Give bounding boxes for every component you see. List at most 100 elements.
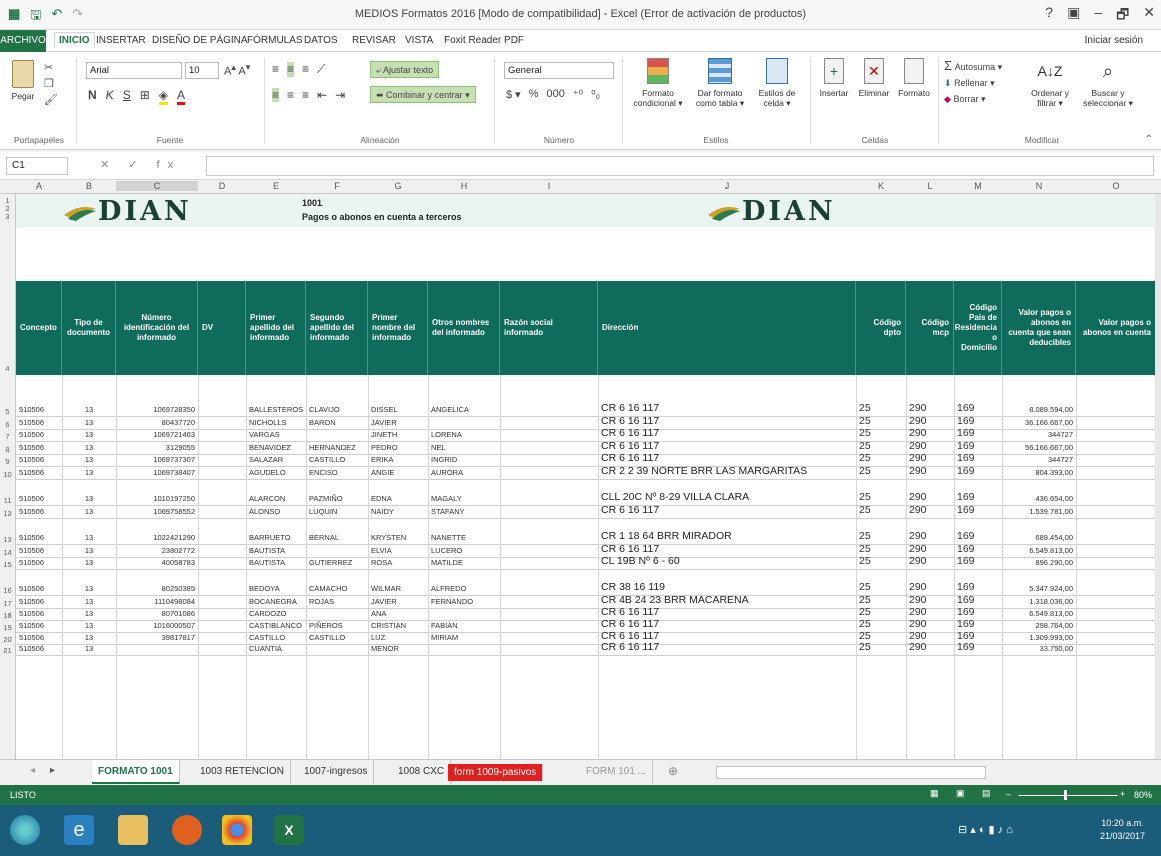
table-cell[interactable]: ANGELICA <box>431 405 497 414</box>
table-cell[interactable]: AGUDELO <box>249 468 303 477</box>
column-header[interactable]: F <box>306 181 368 191</box>
worksheet-grid[interactable]: DIAN 1001 Pagos o abonos en cuenta a ter… <box>16 194 1155 759</box>
table-cell[interactable]: 290 <box>909 452 951 464</box>
table-cell[interactable]: CLL 20C Nº 8-29 VILLA CLARA <box>601 491 853 503</box>
table-cell[interactable]: 8.089.594,00 <box>1005 405 1073 414</box>
zoom-slider[interactable] <box>1018 795 1118 796</box>
table-cell[interactable]: JINETH <box>371 430 425 439</box>
table-cell[interactable]: JAVIER <box>371 418 425 427</box>
cell-styles-button[interactable]: Estilos de celda ▾ <box>752 58 802 108</box>
table-cell[interactable]: CL 19B Nº 6 - 60 <box>601 555 853 567</box>
add-sheet-icon[interactable]: ⊕ <box>668 764 678 778</box>
clear-button[interactable]: ◆ Borrar ▾ <box>944 91 1002 107</box>
table-cell[interactable]: LUQUIN <box>309 507 365 516</box>
table-cell[interactable]: 510506 <box>19 558 59 567</box>
tab-foxit[interactable]: Foxit Reader PDF <box>444 35 524 46</box>
table-cell[interactable]: 23802772 <box>119 546 195 555</box>
chrome-icon[interactable] <box>222 815 252 845</box>
column-header[interactable]: J <box>598 181 856 191</box>
orientation-icon[interactable]: ⟋ <box>317 62 325 77</box>
table-cell[interactable]: 25 <box>859 618 903 630</box>
font-name-select[interactable]: Arial <box>86 62 182 79</box>
column-header-cell[interactable]: Código País de Residencia o Domicilio <box>954 281 1002 375</box>
undo-icon[interactable]: ↶ <box>51 6 62 28</box>
table-cell[interactable]: 344727 <box>1005 430 1073 439</box>
table-cell[interactable]: 39817817 <box>119 633 195 642</box>
column-header-selected[interactable]: C <box>116 181 198 191</box>
column-header-cell[interactable]: Primer nombre del informado <box>368 281 428 375</box>
table-cell[interactable]: CR 38 16 119 <box>601 581 853 593</box>
cut-icon[interactable]: ✂ <box>44 60 58 76</box>
table-cell[interactable]: 169 <box>957 415 999 427</box>
page-break-view-icon[interactable]: ▤ <box>982 788 991 799</box>
italic-icon[interactable]: K <box>106 88 114 105</box>
column-header[interactable]: K <box>856 181 906 191</box>
restore-button[interactable]: 🗗 <box>1116 4 1129 28</box>
table-cell[interactable]: ANA <box>371 609 425 618</box>
table-cell[interactable]: 290 <box>909 415 951 427</box>
table-cell[interactable]: INGRID <box>431 455 497 464</box>
row-header[interactable]: 5 <box>0 407 15 416</box>
table-cell[interactable]: 1110498084 <box>119 597 195 606</box>
help-button[interactable]: ? <box>1045 4 1053 28</box>
sheet-tab-1009-pasivos[interactable]: form 1009-pasivos <box>448 764 544 781</box>
excel-icon[interactable]: ▦ <box>8 6 20 28</box>
table-cell[interactable]: 510506 <box>19 584 59 593</box>
horizontal-scrollbar[interactable] <box>716 766 986 779</box>
table-cell[interactable]: 25 <box>859 530 903 542</box>
table-cell[interactable]: MATILDE <box>431 558 497 567</box>
table-cell[interactable]: 1069728350 <box>119 405 195 414</box>
table-cell[interactable]: 290 <box>909 594 951 606</box>
table-cell[interactable]: 290 <box>909 440 951 452</box>
table-cell[interactable]: 13 <box>65 468 113 477</box>
table-cell[interactable]: 290 <box>909 641 951 653</box>
font-color-icon[interactable]: A <box>177 88 186 105</box>
table-cell[interactable]: 25 <box>859 594 903 606</box>
table-cell[interactable]: 1016000507 <box>119 621 195 630</box>
align-left-icon[interactable]: ≡ <box>272 88 280 102</box>
decrease-decimal-icon[interactable]: ⁰₀ <box>591 88 600 101</box>
table-cell[interactable]: CR 6 16 117 <box>601 440 853 452</box>
table-cell[interactable]: 290 <box>909 581 951 593</box>
table-cell[interactable]: 56.166.667,00 <box>1005 443 1073 452</box>
merge-center-button[interactable]: ⬌ Combinar y centrar ▾ <box>370 86 476 103</box>
table-cell[interactable]: 169 <box>957 452 999 464</box>
table-cell[interactable]: 25 <box>859 543 903 555</box>
copy-icon[interactable]: ❐ <box>44 76 58 92</box>
table-cell[interactable]: HERNANDEZ <box>309 443 365 452</box>
table-cell[interactable]: 510506 <box>19 533 59 542</box>
find-select-button[interactable]: ⌕ Buscar y seleccionar ▾ <box>1078 58 1138 108</box>
align-bottom-icon[interactable]: ≡ <box>302 62 309 77</box>
table-cell[interactable]: MAGALY <box>431 494 497 503</box>
table-cell[interactable]: CAMACHO <box>309 584 365 593</box>
table-cell[interactable]: 5.347.924,00 <box>1005 584 1073 593</box>
table-cell[interactable]: BOCANEGRA <box>249 597 303 606</box>
table-cell[interactable]: 510506 <box>19 468 59 477</box>
table-cell[interactable]: 13 <box>65 644 113 653</box>
table-cell[interactable]: 290 <box>909 504 951 516</box>
table-cell[interactable]: 510506 <box>19 644 59 653</box>
table-cell[interactable]: CR 6 16 117 <box>601 641 853 653</box>
table-cell[interactable]: 510506 <box>19 455 59 464</box>
row-header[interactable]: 15 <box>0 560 15 569</box>
column-header[interactable]: D <box>198 181 246 191</box>
table-cell[interactable]: 169 <box>957 594 999 606</box>
table-cell[interactable]: CASTILLO <box>309 455 365 464</box>
table-cell[interactable]: LUZ <box>371 633 425 642</box>
table-cell[interactable]: 169 <box>957 440 999 452</box>
table-cell[interactable]: 6.549.813,00 <box>1005 609 1073 618</box>
table-cell[interactable]: BAUTISTA <box>249 546 303 555</box>
font-size-select[interactable]: 10 <box>185 62 219 79</box>
column-header-cell[interactable]: Segundo apellido del informado <box>306 281 368 375</box>
format-cells-button[interactable]: Formato <box>894 58 934 98</box>
table-cell[interactable]: ALARCON <box>249 494 303 503</box>
wrap-text-button[interactable]: ⤶ Ajustar texto <box>370 61 440 78</box>
tab-view[interactable]: VISTA <box>405 35 433 46</box>
table-cell[interactable]: 25 <box>859 402 903 414</box>
column-header-cell[interactable]: Valor pagos o abonos en cuenta <box>1076 281 1155 375</box>
column-header[interactable]: E <box>246 181 306 191</box>
table-cell[interactable]: 290 <box>909 491 951 503</box>
row-header[interactable]: 14 <box>0 548 15 557</box>
table-cell[interactable]: 13 <box>65 405 113 414</box>
table-cell[interactable]: CUANTIA <box>249 644 303 653</box>
